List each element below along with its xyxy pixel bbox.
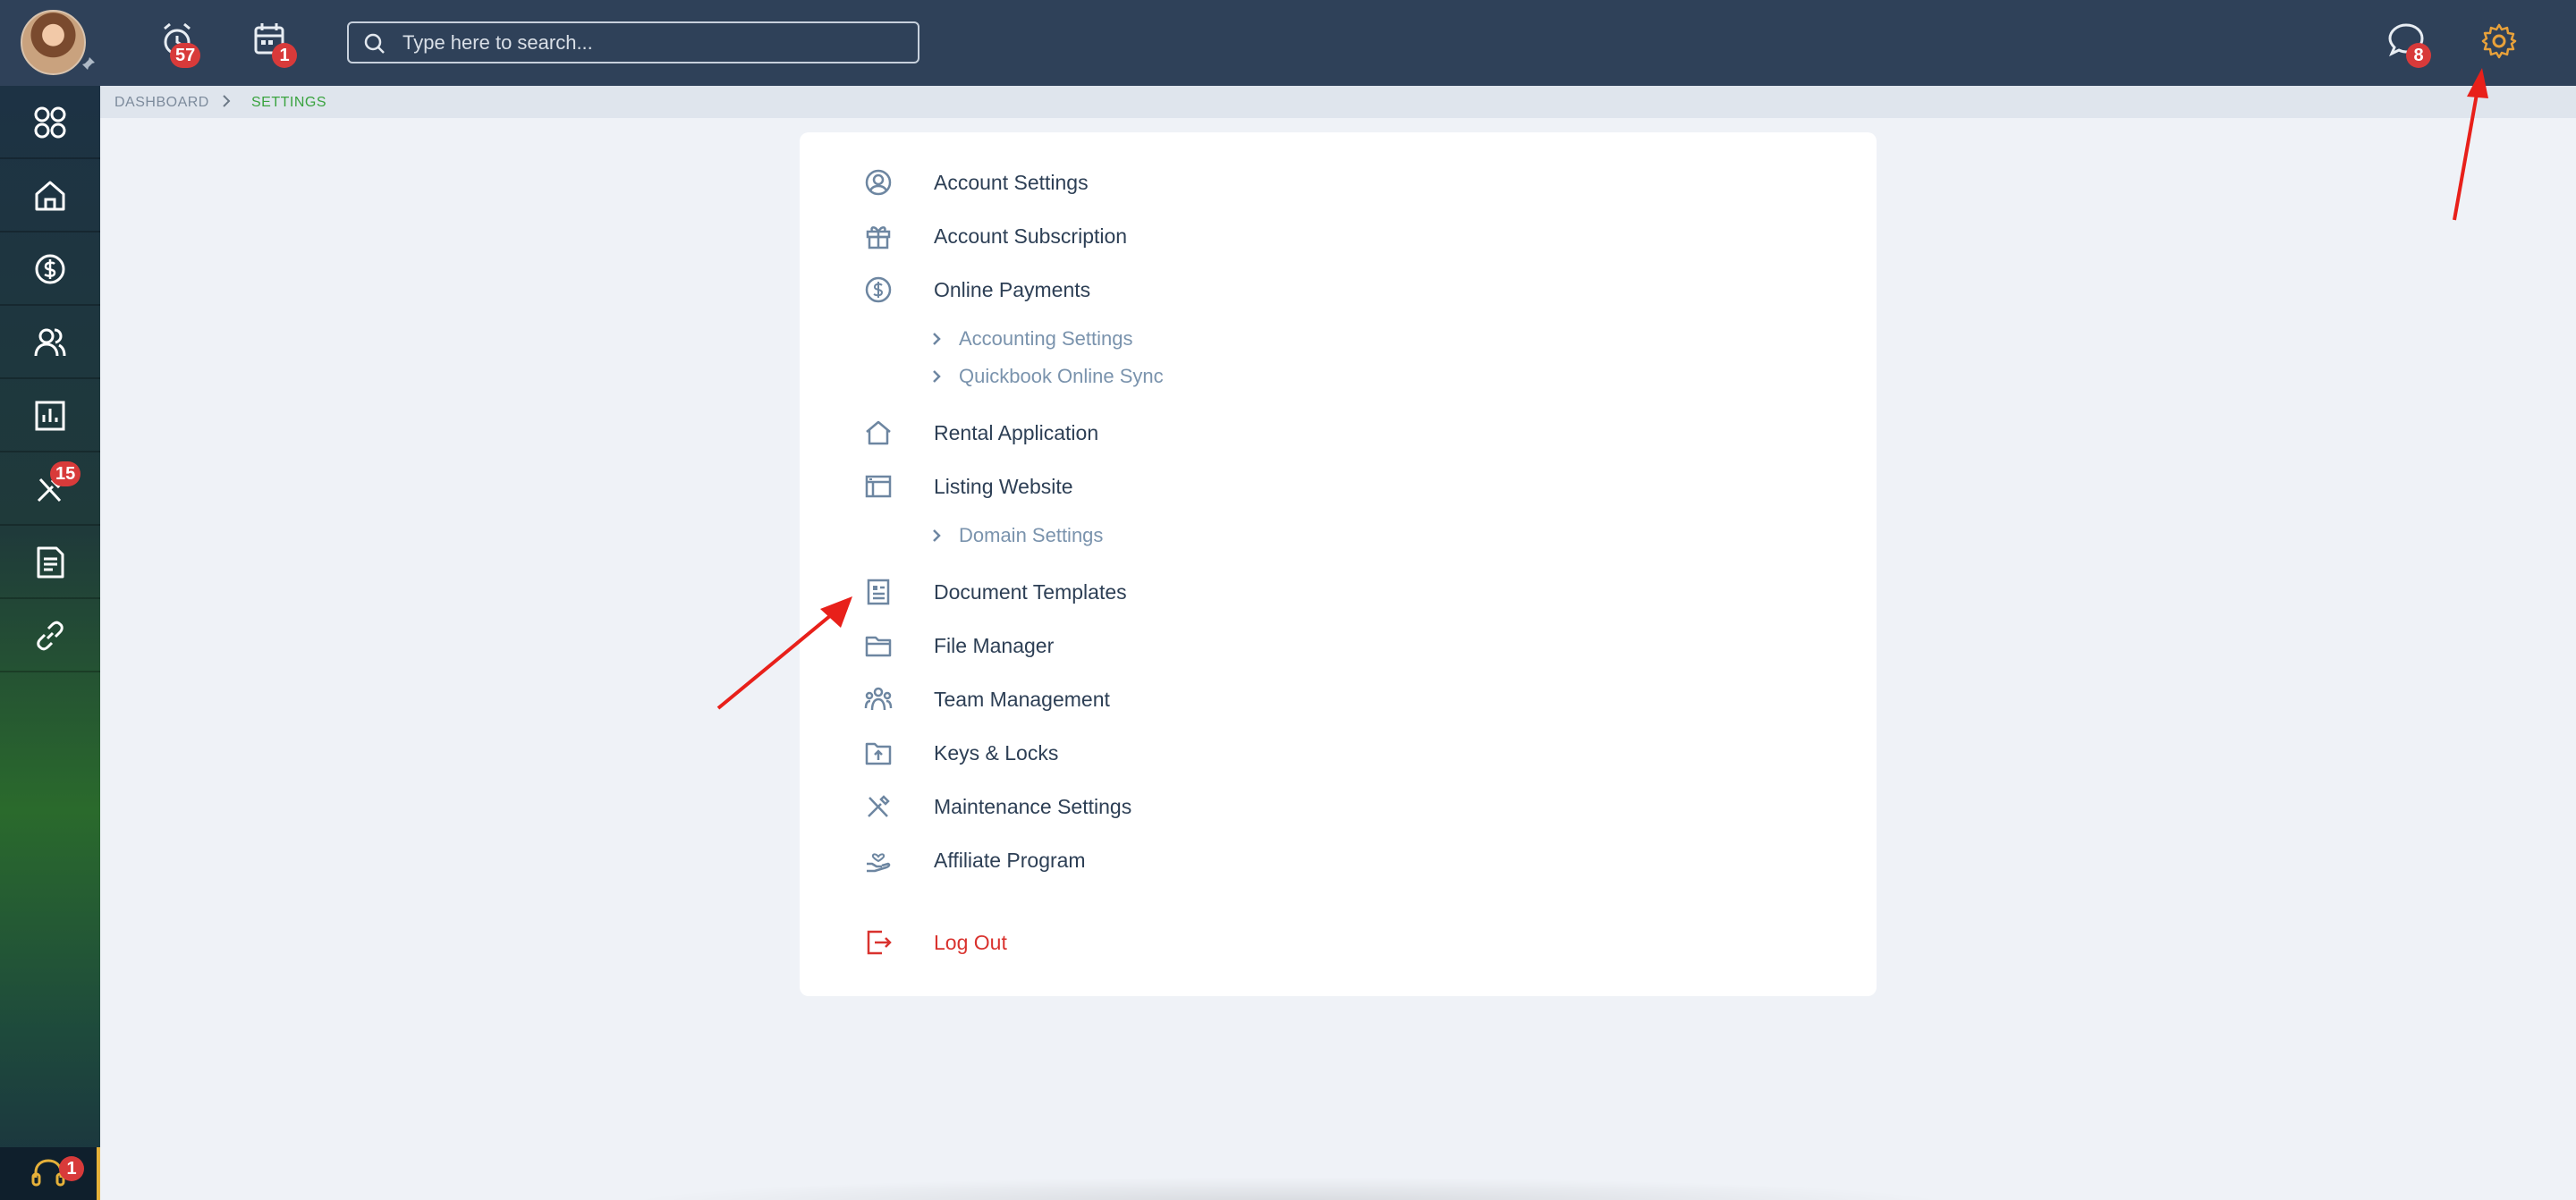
- home-icon: [866, 420, 891, 445]
- breadcrumb-dashboard[interactable]: DASHBOARD: [114, 95, 209, 111]
- menu-label: Document Templates: [934, 579, 1127, 604]
- sidebar-item-maintenance[interactable]: 15: [0, 452, 100, 526]
- menu-item-keys-locks[interactable]: Keys & Locks: [862, 731, 1058, 775]
- chevron-right-icon: [223, 95, 231, 107]
- breadcrumb-settings: SETTINGS: [251, 95, 327, 110]
- menu-label: Account Settings: [934, 170, 1089, 194]
- calendar-badge: 1: [272, 43, 297, 68]
- menu-label: Rental Application: [934, 420, 1099, 444]
- sidebar-item-reports[interactable]: [0, 379, 100, 452]
- logout-icon: [867, 930, 892, 955]
- submenu-label: Domain Settings: [959, 524, 1104, 546]
- sidebar-item-documents[interactable]: [0, 526, 100, 599]
- document-template-icon: [867, 579, 890, 605]
- menu-label: Affiliate Program: [934, 848, 1086, 872]
- sidebar-item-dashboard[interactable]: [0, 86, 100, 159]
- menu-item-document-templates[interactable]: Document Templates: [862, 570, 1127, 614]
- menu-item-affiliate-program[interactable]: Affiliate Program: [862, 838, 1086, 883]
- submenu-label: Accounting Settings: [959, 327, 1133, 350]
- menu-item-team-management[interactable]: Team Management: [862, 677, 1110, 722]
- bottom-shadow: [617, 1177, 1959, 1200]
- dollar-icon: [35, 254, 65, 284]
- gift-icon: [866, 226, 891, 249]
- submenu-item-domain-settings[interactable]: Domain Settings: [930, 520, 1103, 552]
- menu-item-listing-website[interactable]: Listing Website: [862, 464, 1073, 509]
- chevron-right-icon: [933, 370, 941, 383]
- search-icon: [364, 33, 385, 54]
- settings-menu-panel: Account Settings Account Subscription On…: [800, 132, 1877, 996]
- menu-item-online-payments[interactable]: Online Payments: [862, 267, 1090, 312]
- sidebar-item-people[interactable]: [0, 306, 100, 379]
- tools-icon: [868, 795, 890, 817]
- link-icon: [37, 621, 64, 651]
- menu-label: Team Management: [934, 687, 1110, 711]
- annotation-arrow-settings: [2453, 68, 2488, 221]
- top-bar: 57 1 8: [0, 0, 2576, 86]
- menu-item-file-manager[interactable]: File Manager: [862, 623, 1054, 668]
- team-icon: [864, 687, 893, 711]
- submenu-item-quickbook-sync[interactable]: Quickbook Online Sync: [930, 360, 1164, 393]
- home-icon: [35, 181, 65, 211]
- alarm-badge: 57: [170, 43, 201, 68]
- submenu-label: Quickbook Online Sync: [959, 365, 1164, 387]
- sidebar-item-home[interactable]: [0, 159, 100, 232]
- user-avatar[interactable]: [21, 10, 86, 75]
- dashboard-grid-icon: [34, 106, 66, 139]
- menu-label: Maintenance Settings: [934, 794, 1132, 818]
- user-circle-icon: [865, 169, 892, 196]
- menu-label: Online Payments: [934, 277, 1091, 301]
- search-input[interactable]: [402, 23, 903, 62]
- tools-badge: 15: [50, 461, 81, 486]
- hand-heart-icon: [867, 853, 891, 873]
- submenu-item-accounting-settings[interactable]: Accounting Settings: [930, 323, 1132, 355]
- messages-badge: 8: [2406, 43, 2431, 68]
- support-button[interactable]: 1: [0, 1147, 100, 1200]
- menu-label: Account Subscription: [934, 224, 1128, 248]
- breadcrumb: DASHBOARD SETTINGS: [100, 86, 2576, 118]
- menu-label: Keys & Locks: [934, 740, 1059, 765]
- menu-item-account-settings[interactable]: Account Settings: [862, 160, 1089, 205]
- sidebar-item-payments[interactable]: [0, 232, 100, 306]
- settings-gear-icon[interactable]: [2479, 21, 2519, 61]
- chevron-right-icon: [933, 333, 941, 345]
- menu-item-maintenance-settings[interactable]: Maintenance Settings: [862, 784, 1131, 829]
- key-folder-icon: [865, 742, 892, 765]
- menu-item-log-out[interactable]: Log Out: [862, 920, 1007, 965]
- browser-window-icon: [865, 475, 892, 498]
- chart-icon: [35, 401, 65, 431]
- support-badge: 1: [59, 1156, 84, 1181]
- chevron-right-icon: [933, 529, 941, 542]
- menu-label: Listing Website: [934, 474, 1073, 498]
- folder-icon: [865, 636, 892, 657]
- menu-item-rental-application[interactable]: Rental Application: [862, 410, 1098, 455]
- menu-item-account-subscription[interactable]: Account Subscription: [862, 214, 1127, 258]
- search-box[interactable]: [347, 21, 919, 63]
- pin-icon: [82, 57, 95, 70]
- document-icon: [37, 546, 64, 579]
- sidebar: 15 1: [0, 86, 100, 1200]
- annotation-arrow-document-templates: [716, 596, 852, 710]
- users-icon: [34, 328, 66, 357]
- menu-label: File Manager: [934, 633, 1055, 657]
- sidebar-item-links[interactable]: [0, 599, 100, 672]
- menu-label: Log Out: [934, 930, 1007, 954]
- dollar-circle-icon: [865, 276, 892, 303]
